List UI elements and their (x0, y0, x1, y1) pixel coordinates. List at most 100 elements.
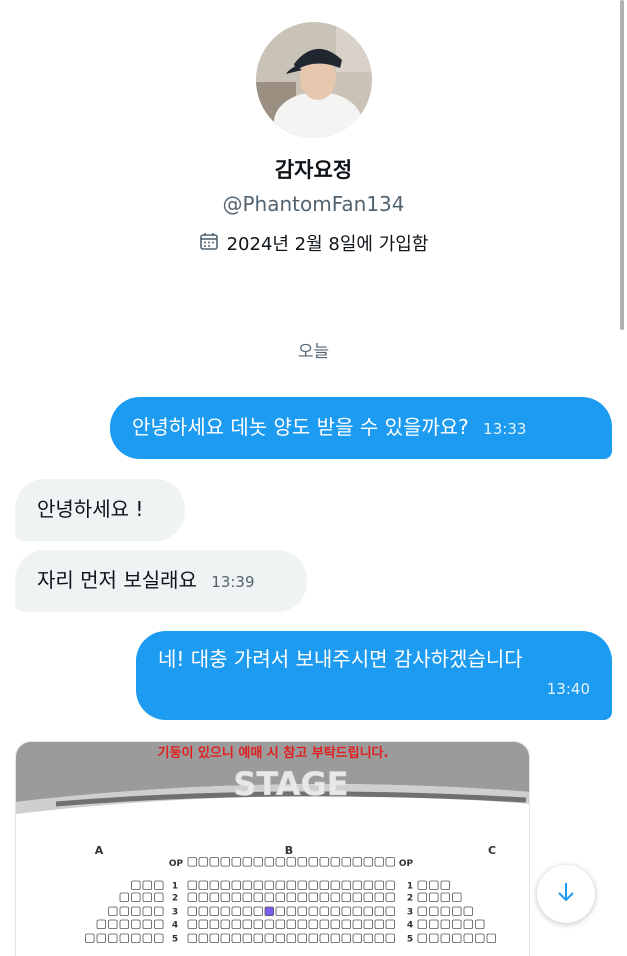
seat (264, 933, 275, 944)
seat (154, 892, 164, 903)
seat (475, 933, 485, 944)
message-text: 안녕하세요 데놋 양도 받을 수 있을까요? (132, 415, 469, 439)
seat (96, 933, 107, 944)
message-bubble[interactable]: 네! 대충 가려서 보내주시면 감사하겠습니다 13:40 (136, 631, 612, 720)
seat (142, 919, 153, 930)
seat (297, 933, 308, 944)
row-number: 1 (172, 882, 178, 892)
seat (253, 857, 264, 867)
message-bubble[interactable]: 안녕하세요 데놋 양도 받을 수 있을까요? 13:33 (110, 397, 612, 459)
seat (308, 933, 319, 944)
seat (108, 906, 118, 917)
seat (385, 857, 396, 867)
seat (187, 880, 198, 891)
seat (242, 933, 253, 944)
seat (463, 933, 474, 944)
seat (275, 857, 286, 867)
seat (264, 857, 275, 867)
seat (385, 892, 396, 903)
seat (242, 906, 253, 917)
seat (330, 880, 341, 891)
seat (209, 933, 220, 944)
seat (463, 919, 474, 930)
row-number: 3 (407, 908, 413, 918)
seat (209, 857, 220, 867)
seat (363, 919, 374, 930)
seat (330, 919, 341, 930)
seat (242, 857, 253, 867)
seat (363, 892, 374, 903)
seat-map-image[interactable]: 기둥이 있으니 예매 시 참고 부탁드립니다. STAGE A B C OP OP 1 1 2… (15, 741, 530, 956)
seat (363, 857, 374, 867)
seat (286, 880, 297, 891)
seat (352, 857, 363, 867)
seat (308, 880, 319, 891)
seat (242, 880, 253, 891)
calendar-icon (199, 231, 219, 256)
seat (119, 919, 130, 930)
seat (297, 919, 308, 930)
seat (341, 880, 352, 891)
seat (264, 880, 275, 891)
seat (330, 933, 341, 944)
seat (417, 933, 428, 944)
seat (341, 919, 352, 930)
seat (131, 892, 141, 903)
seat (187, 933, 198, 944)
avatar[interactable] (255, 22, 372, 138)
seat (352, 933, 363, 944)
row-number: 3 (172, 908, 178, 918)
seat (429, 933, 439, 944)
seat (352, 906, 363, 917)
seat (440, 892, 451, 903)
seat (231, 906, 242, 917)
seat (119, 933, 130, 944)
seat (275, 880, 286, 891)
seat (330, 857, 341, 867)
seat (417, 906, 428, 917)
seat (131, 933, 141, 944)
seat (352, 880, 363, 891)
seat (286, 857, 297, 867)
seat (341, 933, 352, 944)
seat (319, 933, 330, 944)
seat (142, 880, 153, 891)
message-bubble[interactable]: 자리 먼저 보실래요 13:39 (15, 550, 307, 612)
seat (85, 933, 95, 944)
seat (319, 919, 330, 930)
seat (253, 933, 264, 944)
seat (297, 892, 308, 903)
scroll-down-button[interactable] (537, 865, 595, 923)
message-text: 안녕하세요 ! (37, 497, 144, 521)
seat (198, 857, 209, 867)
user-handle[interactable]: @PhantomFan134 (0, 192, 627, 216)
seat (319, 857, 330, 867)
seat (452, 933, 462, 944)
seat (352, 919, 363, 930)
seat (154, 906, 164, 917)
seat (198, 933, 209, 944)
seat (319, 906, 330, 917)
seat (253, 919, 264, 930)
seat (220, 857, 231, 867)
join-date-text: 2024년 2월 8일에 가입함 (226, 234, 429, 255)
seat (308, 919, 319, 930)
seat (374, 880, 385, 891)
op-label: OP (399, 859, 414, 869)
seat (242, 892, 253, 903)
message-time: 13:39 (211, 573, 255, 591)
row-number: 5 (407, 935, 413, 945)
seat (231, 880, 242, 891)
seat (154, 919, 164, 930)
seat (286, 892, 297, 903)
seat (374, 892, 385, 903)
seat (220, 892, 231, 903)
seat (341, 892, 352, 903)
message-bubble[interactable]: 안녕하세요 ! (15, 479, 185, 541)
seat (275, 892, 286, 903)
row-number: 2 (407, 894, 413, 904)
seat (209, 880, 220, 891)
seat (417, 892, 428, 903)
seat (187, 857, 198, 867)
seat (452, 919, 462, 930)
